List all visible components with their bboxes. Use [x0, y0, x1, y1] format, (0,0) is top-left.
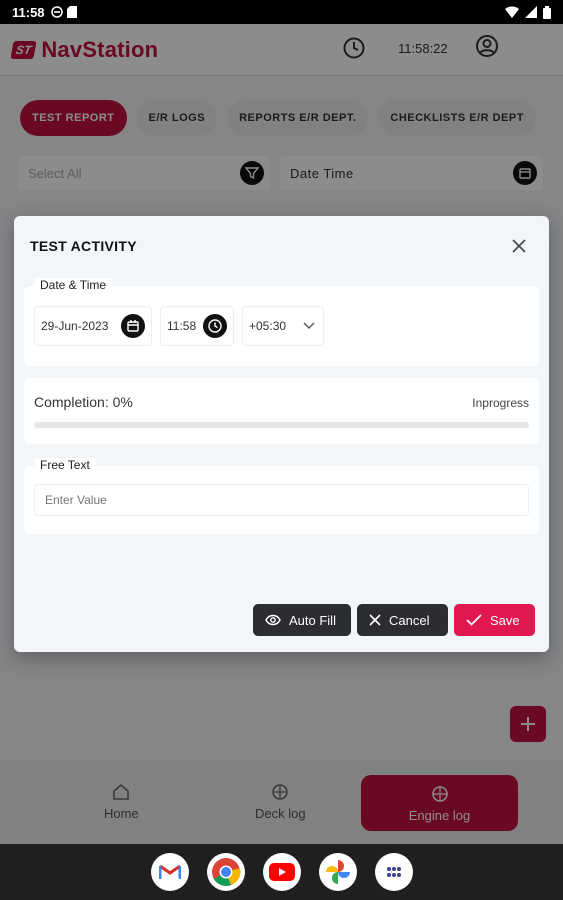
chevron-down-icon — [303, 322, 315, 329]
time-value: 11:58 — [167, 319, 197, 333]
battery-icon — [543, 5, 551, 19]
youtube-icon[interactable] — [262, 853, 301, 891]
save-label: Save — [490, 612, 520, 628]
calendar-picker-icon[interactable] — [121, 314, 145, 338]
cancel-button[interactable]: Cancel — [357, 604, 448, 636]
close-icon — [369, 614, 381, 626]
auto-fill-button[interactable]: Auto Fill — [253, 604, 351, 636]
gmail-icon[interactable] — [150, 853, 189, 891]
status-time: 11:58 — [12, 4, 45, 20]
timezone-select[interactable]: +05:30 — [242, 306, 324, 346]
completion-card — [24, 378, 539, 444]
date-time-card: Date & Time 29-Jun-2023 11:58 +05:30 — [24, 278, 539, 366]
wifi-icon — [505, 6, 519, 18]
close-icon — [512, 239, 526, 253]
android-dock — [0, 844, 563, 900]
save-button[interactable]: Save — [454, 604, 535, 636]
free-text-legend: Free Text — [34, 458, 96, 472]
free-text-input[interactable] — [34, 484, 529, 516]
check-icon — [466, 614, 482, 626]
eye-icon — [265, 614, 281, 626]
completion-progress-bar — [34, 422, 529, 428]
time-picker-icon[interactable] — [203, 314, 227, 338]
do-not-disturb-icon — [50, 6, 63, 18]
time-field[interactable]: 11:58 — [160, 306, 234, 346]
completion-label: Completion: 0% — [34, 394, 133, 410]
app-drawer-icon[interactable] — [374, 853, 413, 891]
status-bar: 11:58 — [0, 0, 563, 24]
auto-fill-label: Auto Fill — [289, 612, 336, 628]
test-activity-dialog: TEST ACTIVITY Date & Time 29-Jun-2023 11… — [14, 216, 549, 652]
sd-card-icon — [66, 6, 77, 18]
photos-icon[interactable] — [318, 853, 357, 891]
cancel-label: Cancel — [389, 612, 430, 628]
dialog-title: TEST ACTIVITY — [30, 238, 137, 254]
timezone-value: +05:30 — [249, 319, 287, 333]
date-value: 29-Jun-2023 — [41, 319, 109, 333]
date-field[interactable]: 29-Jun-2023 — [34, 306, 152, 346]
completion-status: Inprogress — [472, 396, 529, 410]
free-text-card: Free Text — [24, 458, 539, 534]
signal-icon — [525, 6, 537, 18]
chrome-icon[interactable] — [206, 853, 245, 891]
close-button[interactable] — [509, 236, 529, 256]
date-time-legend: Date & Time — [34, 278, 113, 292]
